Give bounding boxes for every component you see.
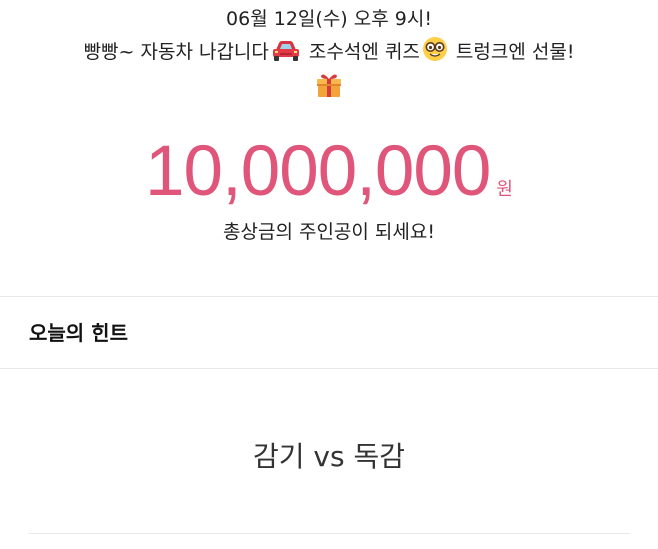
section-divider	[0, 296, 658, 297]
announcement-message: 빵빵~ 자동차 나갑니다 조수석엔 퀴즈 트렁크엔 선물!	[0, 36, 658, 69]
car-emoji-icon	[271, 38, 301, 69]
section-divider	[28, 533, 630, 534]
nerd-face-emoji-icon	[422, 36, 448, 69]
gift-emoji-row	[0, 71, 658, 101]
section-divider	[0, 368, 658, 369]
gift-emoji-icon	[315, 74, 343, 103]
announcement-text-1: 빵빵~ 자동차 나갑니다	[83, 41, 269, 63]
quiz-date-time: 06월 12일(수) 오후 9시!	[226, 8, 432, 30]
hint-section-title: 오늘의 힌트	[29, 321, 128, 345]
prize-caption: 총상금의 주인공이 되세요!	[223, 221, 435, 243]
announcement-text-2: 조수석엔 퀴즈	[302, 41, 420, 63]
announcement: 06월 12일(수) 오후 9시! 빵빵~ 자동차 나갑니다 조수석엔 퀴즈 트…	[0, 6, 658, 101]
prize-amount: 10,000,000	[145, 132, 491, 211]
announcement-text-3: 트렁크엔 선물!	[449, 41, 575, 63]
prize-amount-block: 10,000,000 원	[0, 132, 658, 212]
prize-currency-unit: 원	[496, 179, 513, 200]
hint-text: 감기 vs 독감	[253, 440, 405, 473]
